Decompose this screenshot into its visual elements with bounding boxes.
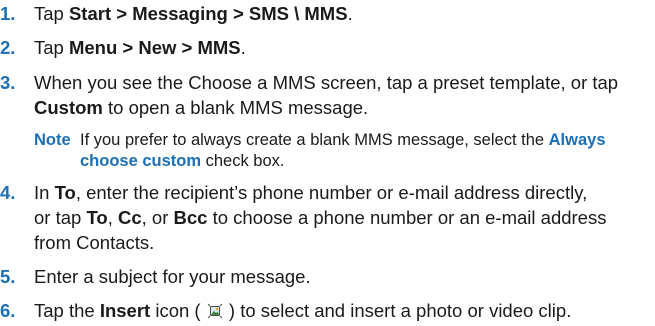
bcc-button: Bcc — [173, 207, 208, 228]
menu-path: Start > Messaging > SMS \ MMS — [68, 3, 348, 24]
to-button: To — [86, 207, 108, 228]
step-number: 5. — [0, 266, 16, 287]
step-text-line-1: In To, enter the recipient’s phone numbe… — [34, 182, 588, 203]
insert-label: Insert — [99, 300, 151, 321]
note-text-line-1: If you prefer to always create a blank M… — [80, 131, 606, 149]
insert-media-icon — [207, 302, 223, 319]
step-text-line-1: When you see the Choose a MMS screen, ta… — [34, 72, 619, 93]
step-number: 2. — [0, 37, 16, 58]
step-text: Enter a subject for your message. — [34, 266, 311, 287]
choose-custom-option: choose custom — [80, 152, 202, 170]
step-text: Tap Menu > New > MMS. — [34, 37, 246, 58]
step-text-line-2: or tap To, Cc, or Bcc to choose a phone … — [34, 207, 607, 228]
step-text: Tap Start > Messaging > SMS \ MMS. — [34, 3, 353, 24]
note-text-line-2: choose custom check box. — [80, 152, 285, 170]
step-text-line-2: Custom to open a blank MMS message. — [34, 97, 369, 118]
step-number: 6. — [0, 300, 16, 321]
custom-option: Custom — [34, 97, 103, 118]
always-option: Always — [548, 131, 606, 149]
to-field: To — [54, 182, 76, 203]
step-text-line-3: from Contacts. — [34, 232, 155, 253]
step-text: Tap the Insert icon ( ) to select and in… — [34, 300, 572, 321]
cc-button: Cc — [117, 207, 142, 228]
menu-path: Menu > New > MMS — [68, 37, 241, 58]
step-number: 4. — [0, 182, 16, 203]
note-label: Note — [34, 131, 71, 149]
step-number: 3. — [0, 72, 16, 93]
step-number: 1. — [0, 3, 16, 24]
